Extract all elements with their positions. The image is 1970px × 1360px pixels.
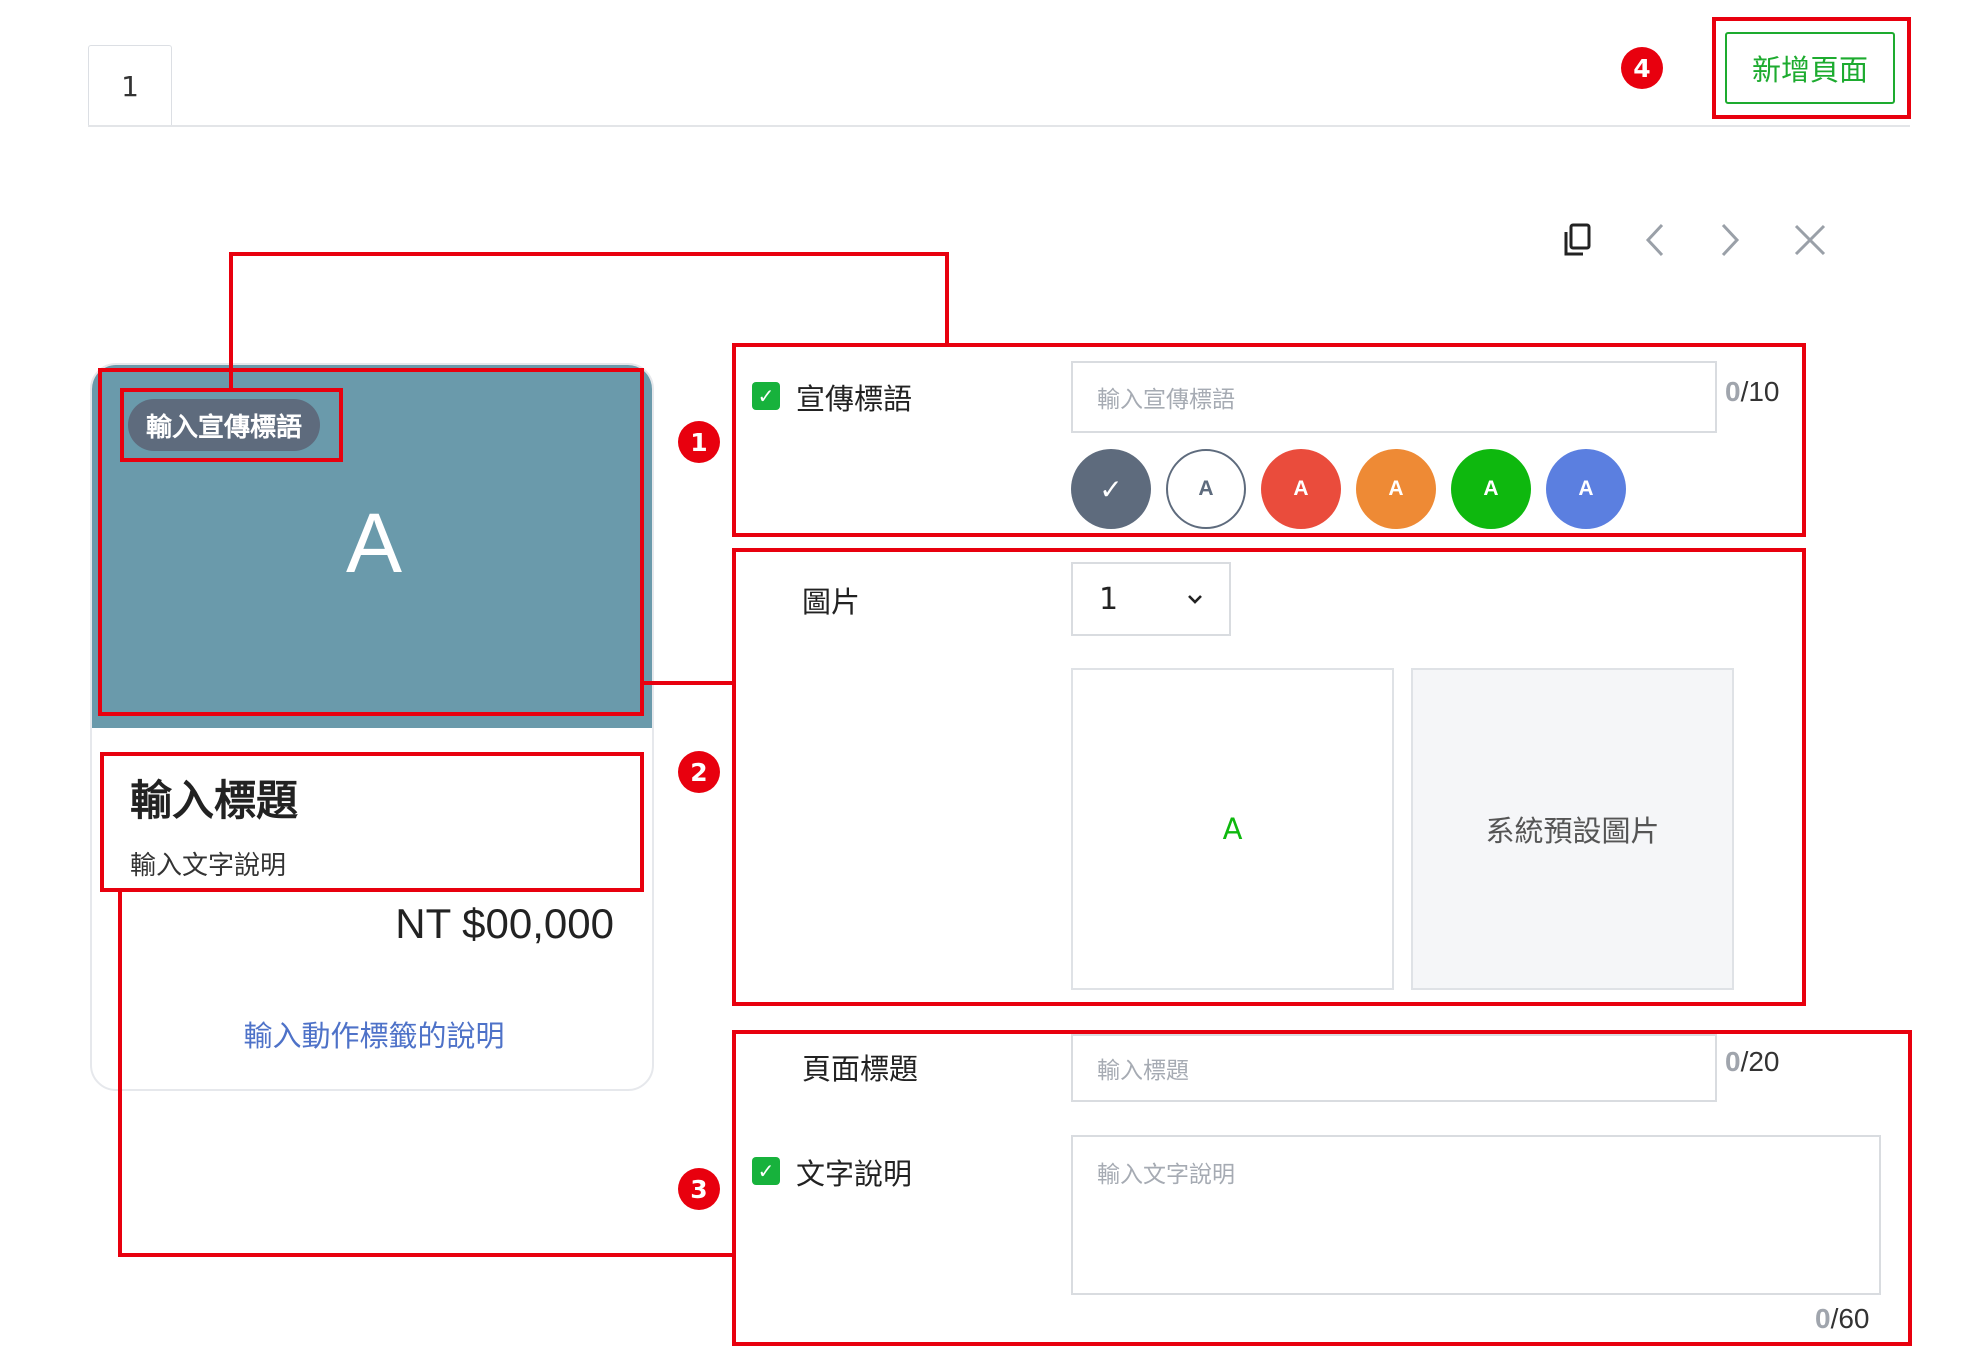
annotation-box-card-text xyxy=(100,752,644,892)
page-title-input[interactable]: 輸入標題 xyxy=(1071,1034,1717,1102)
annotation-connector xyxy=(945,252,949,346)
slogan-input[interactable]: 輸入宣傳標語 xyxy=(1071,361,1717,433)
color-swatch-green[interactable]: A xyxy=(1451,449,1531,529)
text-description-counter: 0/60 xyxy=(1815,1303,1870,1334)
text-description-label: 文字說明 xyxy=(796,1157,913,1191)
text-description-checkbox[interactable]: ✓ xyxy=(752,1157,780,1185)
annotation-badge-1: 1 xyxy=(678,421,720,463)
page-title-counter: 0/20 xyxy=(1725,1046,1780,1077)
color-swatch-gray[interactable]: ✓ xyxy=(1071,449,1151,529)
image-slot-1[interactable]: A xyxy=(1071,668,1394,990)
chevron-right-icon[interactable] xyxy=(1708,218,1752,262)
slogan-counter: 0/10 xyxy=(1725,376,1780,407)
page-title-label: 頁面標題 xyxy=(802,1052,919,1086)
text-description-textarea[interactable]: 輸入文字說明 xyxy=(1071,1135,1881,1295)
annotation-connector xyxy=(118,890,122,1256)
color-swatch-white[interactable]: A xyxy=(1166,449,1246,529)
annotation-badge-2: 2 xyxy=(678,751,720,793)
tab-1[interactable]: 1 xyxy=(88,45,172,127)
annotation-box-card-image xyxy=(98,368,644,716)
image-label: 圖片 xyxy=(802,585,861,619)
tab-bar-divider xyxy=(88,125,1910,127)
add-page-button[interactable]: 新增頁面 xyxy=(1725,32,1895,104)
annotation-badge-3: 3 xyxy=(678,1168,720,1210)
slogan-checkbox[interactable]: ✓ xyxy=(752,382,780,410)
annotation-connector xyxy=(118,1253,734,1257)
close-icon[interactable] xyxy=(1788,218,1832,262)
slogan-color-picker: ✓ A A A A A xyxy=(1071,449,1626,529)
copy-icon[interactable] xyxy=(1555,218,1599,262)
color-swatch-orange[interactable]: A xyxy=(1356,449,1436,529)
image-count-select[interactable]: 1 xyxy=(1071,562,1231,636)
chevron-down-icon xyxy=(1188,595,1202,604)
annotation-connector xyxy=(229,252,949,256)
card-price: NT $00,000 xyxy=(395,900,614,947)
annotation-connector xyxy=(642,681,734,685)
chevron-left-icon[interactable] xyxy=(1633,218,1677,262)
tab-label: 1 xyxy=(121,70,139,103)
image-slot-2[interactable]: 系統預設圖片 xyxy=(1411,668,1734,990)
color-swatch-red[interactable]: A xyxy=(1261,449,1341,529)
card-action-link[interactable]: 輸入動作標籤的說明 xyxy=(92,1013,652,1055)
color-swatch-blue[interactable]: A xyxy=(1546,449,1626,529)
annotation-badge-4: 4 xyxy=(1621,47,1663,89)
slogan-label: 宣傳標語 xyxy=(796,382,913,416)
